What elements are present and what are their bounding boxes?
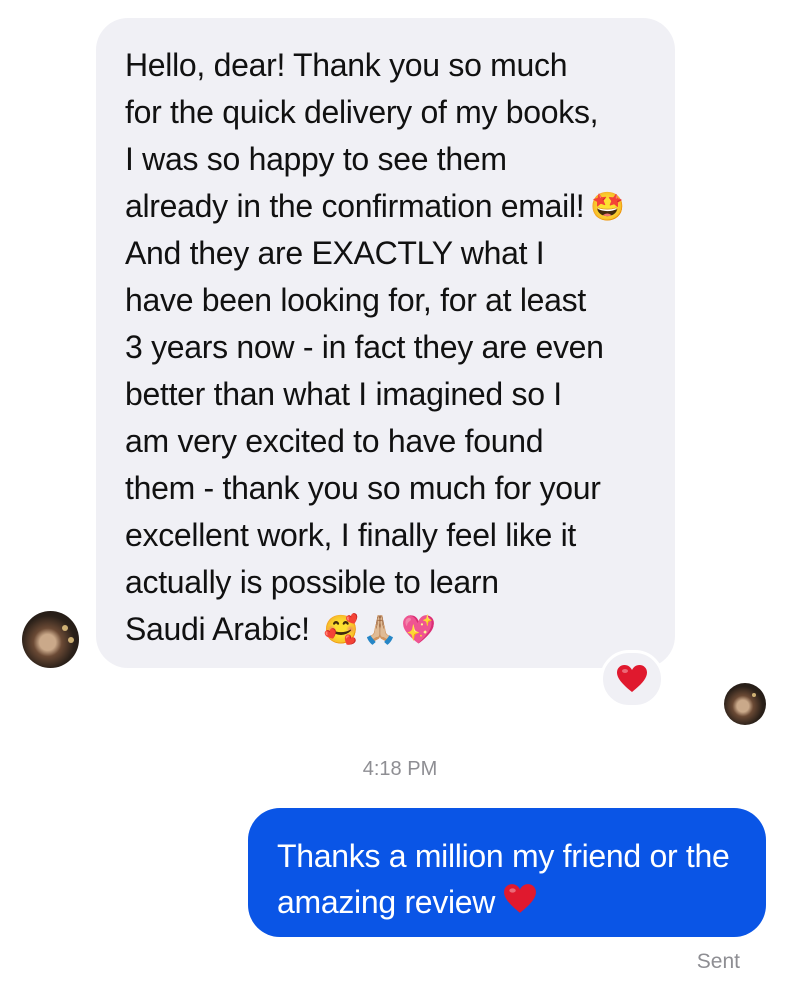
message-timestamp: 4:18 PM [362,758,438,780]
incoming-message-line: actually is possible to learn [125,564,499,600]
incoming-message-line: have been looking for, for at least [125,282,586,318]
incoming-message-line: I was so happy to see them [125,141,507,177]
heart-reaction[interactable] [600,650,664,708]
incoming-message-line-with-emoji: Saudi Arabic! 🥰🙏🏼💖 [125,606,655,653]
red-heart-icon [617,665,647,692]
outgoing-message-bubble[interactable]: Thanks a million my friend or the amazin… [248,808,766,937]
outgoing-message-line-with-emoji: amazing review [277,879,746,925]
delivery-status: Sent [696,950,740,973]
incoming-message-text: already in the confirmation email! [125,188,585,224]
sender-avatar[interactable] [22,611,79,668]
star-struck-emoji: 🤩 [590,191,625,222]
incoming-message-line: Hello, dear! Thank you so much [125,47,568,83]
read-receipt-avatar [724,683,766,725]
incoming-message-line: excellent work, I finally feel like it [125,517,577,553]
incoming-message-line: better than what I imagined so I [125,376,562,412]
incoming-message-line: And they are EXACTLY what I [125,235,545,271]
incoming-message-line: them - thank you so much for your [125,470,601,506]
incoming-message-line-with-emoji: already in the confirmation email! 🤩 [125,183,655,230]
incoming-message-text: Saudi Arabic! [125,611,310,647]
incoming-message-line: for the quick delivery of my books, [125,94,599,130]
outgoing-message-text: amazing review [277,884,496,920]
red-heart-icon [504,884,537,913]
outgoing-message-line: Thanks a million my friend or the [277,838,730,874]
incoming-message-line: 3 years now - in fact they are even [125,329,604,365]
incoming-message-bubble[interactable]: Hello, dear! Thank you so much for the q… [96,18,675,668]
emoji-group: 🥰🙏🏼💖 [323,614,441,645]
incoming-message-line: am very excited to have found [125,423,544,459]
